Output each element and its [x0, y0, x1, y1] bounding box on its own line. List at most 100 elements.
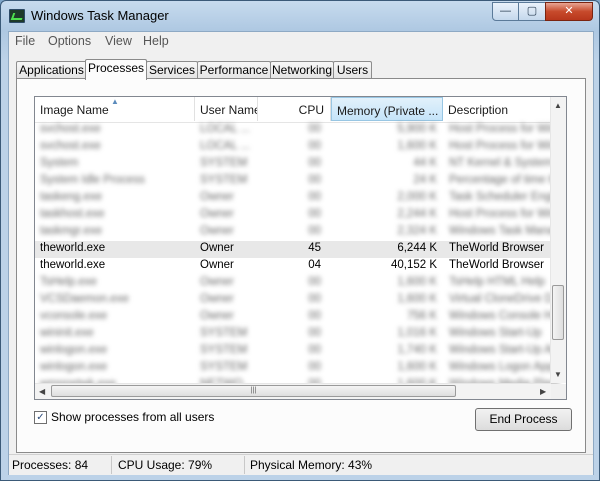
tab-applications[interactable]: Applications: [16, 61, 87, 79]
show-all-users-label: Show processes from all users: [51, 410, 215, 424]
horizontal-scrollbar[interactable]: ◀ ||| ▶: [35, 383, 551, 399]
scroll-up-icon[interactable]: ▲: [554, 101, 562, 110]
sort-ascending-icon: ▲: [111, 97, 119, 106]
process-cpu: 00: [308, 225, 321, 237]
process-row[interactable]: vconsole.exe Owner 00 756 K Windows Console …: [35, 309, 559, 326]
process-row[interactable]: taskeng.exe Owner 00 2,000 K Task Scheduler …: [35, 190, 559, 207]
window-title: Windows Task Manager: [31, 8, 169, 23]
tab-processes[interactable]: Processes: [85, 59, 147, 80]
process-mem: 24 K: [413, 174, 437, 186]
vertical-scrollbar[interactable]: ▲ ▼: [550, 97, 566, 383]
process-desc: Windows Start-Up Application: [449, 344, 559, 356]
process-list[interactable]: Image Name ▲ User Name CPU Memory (Priva…: [34, 96, 567, 400]
process-row[interactable]: VCSDaemon.exe Owner 00 1,600 K Virtual Clone…: [35, 292, 559, 309]
menu-bar: File Options View Help: [9, 32, 593, 52]
show-all-users-checkbox[interactable]: ✓: [34, 411, 47, 424]
minimize-button[interactable]: —: [492, 2, 519, 21]
status-cpu-usage: CPU Usage: 79%: [118, 458, 213, 472]
process-row[interactable]: svchost.exe LOCAL ... 00 1,600 K Host Proces…: [35, 139, 559, 156]
title-bar[interactable]: Windows Task Manager — ▢ ✕: [1, 1, 599, 31]
column-user-name[interactable]: User Name: [195, 97, 258, 121]
menu-file[interactable]: File: [15, 34, 35, 48]
task-manager-icon: [9, 9, 25, 23]
process-name: VCSDaemon.exe: [40, 293, 129, 305]
end-process-button[interactable]: End Process: [475, 408, 572, 431]
process-name: taskhost.exe: [40, 208, 105, 220]
process-desc: Windows Logon Application: [449, 361, 559, 373]
maximize-button[interactable]: ▢: [518, 2, 546, 21]
menu-view[interactable]: View: [105, 34, 132, 48]
status-physical-memory: Physical Memory: 43%: [250, 458, 373, 472]
process-user: SYSTEM: [200, 174, 248, 186]
process-mem: 6,244 K: [397, 242, 437, 254]
process-row[interactable]: theworld.exe Owner 04 40,152 K TheWorld Brow…: [35, 258, 551, 275]
process-row[interactable]: System Idle Process SYSTEM 00 24 K Percentag…: [35, 173, 559, 190]
vertical-scroll-thumb[interactable]: [552, 285, 564, 340]
process-desc: Windows Console Host: [449, 310, 559, 322]
tab-services[interactable]: Services: [146, 61, 198, 79]
process-desc: Task Scheduler Engine: [449, 191, 559, 203]
menu-options[interactable]: Options: [48, 34, 91, 48]
process-desc: Virtual CloneDrive Daemon: [449, 293, 559, 305]
process-cpu: 00: [308, 140, 321, 152]
task-manager-window: Windows Task Manager — ▢ ✕ File Options …: [0, 0, 600, 481]
process-desc: Host Process for Windows: [449, 123, 559, 135]
process-cpu: 00: [308, 361, 321, 373]
tab-strip: Applications Processes Services Performa…: [16, 59, 586, 80]
process-name: wininit.exe: [40, 327, 94, 339]
process-cpu: 00: [308, 310, 321, 322]
column-description[interactable]: Description: [443, 97, 551, 121]
process-user: Owner: [200, 259, 234, 271]
process-name: System: [40, 157, 79, 169]
process-row[interactable]: System SYSTEM 00 44 K NT Kernel & System: [35, 156, 553, 173]
column-image-name[interactable]: Image Name ▲: [35, 97, 195, 121]
process-cpu: 00: [308, 293, 321, 305]
process-row[interactable]: winlogon.exe SYSTEM 00 1,600 K Windows Logon…: [35, 360, 559, 377]
process-user: LOCAL ...: [200, 140, 251, 152]
process-user: SYSTEM: [200, 327, 248, 339]
client-area: File Options View Help Applications Proc…: [8, 31, 594, 475]
scrollbar-corner: [551, 384, 566, 399]
process-desc: NT Kernel & System: [449, 157, 553, 169]
scroll-down-icon[interactable]: ▼: [554, 370, 562, 379]
status-separator: [244, 456, 245, 474]
process-name: taskmgr.exe: [40, 225, 102, 237]
process-mem: 44 K: [413, 157, 437, 169]
process-name: vconsole.exe: [40, 310, 108, 322]
tab-users[interactable]: Users: [333, 61, 372, 79]
process-cpu: 00: [308, 327, 321, 339]
process-cpu: 04: [308, 259, 321, 271]
process-row[interactable]: wininit.exe SYSTEM 00 1,016 K Windows Start-…: [35, 326, 551, 343]
process-user: LOCAL ...: [200, 123, 251, 135]
process-user: SYSTEM: [200, 344, 248, 356]
process-cpu: 00: [308, 123, 321, 135]
process-mem: 1,740 K: [397, 344, 437, 356]
process-mem: 2,000 K: [397, 191, 437, 203]
process-row[interactable]: theworld.exe Owner 45 6,244 K TheWorld Brows…: [35, 241, 551, 258]
process-user: Owner: [200, 276, 234, 288]
process-row[interactable]: TsHelp.exe Owner 00 1,600 K TsHelp HTML Help: [35, 275, 551, 292]
process-cpu: 00: [308, 276, 321, 288]
process-name: taskeng.exe: [40, 191, 103, 203]
process-row[interactable]: winlogon.exe SYSTEM 00 1,740 K Windows Start…: [35, 343, 559, 360]
process-cpu: 00: [308, 208, 321, 220]
process-desc: TsHelp HTML Help: [449, 276, 546, 288]
process-row[interactable]: taskmgr.exe Owner 00 2,324 K Windows Task Ma…: [35, 224, 559, 241]
close-button[interactable]: ✕: [545, 2, 593, 21]
tab-networking[interactable]: Networking: [270, 61, 334, 79]
process-name: svchost.exe: [40, 140, 101, 152]
process-desc: TheWorld Browser: [449, 259, 545, 271]
horizontal-scroll-thumb[interactable]: |||: [51, 385, 456, 397]
column-memory[interactable]: Memory (Private ...: [331, 97, 443, 121]
process-user: Owner: [200, 208, 234, 220]
process-user: Owner: [200, 310, 234, 322]
process-desc: Host Process for Windows: [449, 208, 559, 220]
process-cpu: 00: [308, 344, 321, 356]
scroll-left-icon[interactable]: ◀: [39, 387, 45, 396]
scroll-right-icon[interactable]: ▶: [540, 387, 546, 396]
tab-performance[interactable]: Performance: [197, 61, 271, 79]
process-row[interactable]: taskhost.exe Owner 00 2,244 K Host Process f…: [35, 207, 559, 224]
column-cpu[interactable]: CPU: [258, 97, 331, 121]
menu-help[interactable]: Help: [143, 34, 169, 48]
process-row[interactable]: svchost.exe LOCAL ... 00 5,900 K Host Proces…: [35, 122, 559, 139]
